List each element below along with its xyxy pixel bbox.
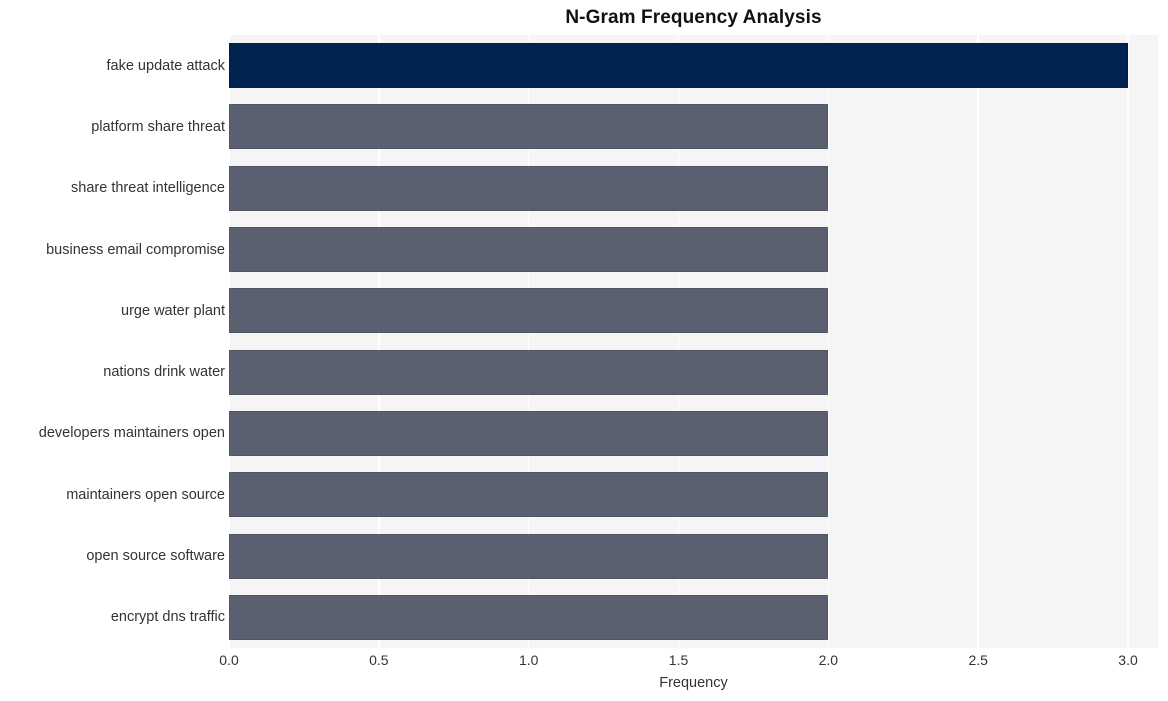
y-tick-label: encrypt dns traffic: [110, 609, 225, 626]
x-tick-label: 1.0: [518, 652, 539, 668]
bar: [229, 165, 829, 211]
y-tick-label: developers maintainers open: [38, 425, 225, 442]
plot-area: [229, 35, 1158, 648]
bar-fill: [229, 165, 829, 211]
x-tick-label: 0.5: [369, 652, 389, 668]
bar: [229, 410, 829, 456]
y-tick-label: platform share threat: [91, 118, 225, 135]
y-tick-label: share threat intelligence: [71, 180, 225, 197]
x-tick-label: 0.0: [219, 652, 239, 668]
bar-fill: [229, 533, 829, 579]
bar: [229, 227, 829, 273]
bar: [229, 43, 1129, 89]
y-tick-label: open source software: [86, 548, 225, 565]
bar-fill: [229, 349, 829, 395]
y-tick-label: business email compromise: [46, 241, 225, 258]
bar: [229, 349, 829, 395]
x-tick-label: 2.5: [968, 652, 988, 668]
bar: [229, 288, 829, 334]
y-tick-label: urge water plant: [121, 302, 225, 319]
y-tick-label: maintainers open source: [66, 486, 225, 503]
bar-fill: [229, 104, 829, 150]
bar-fill: [229, 410, 829, 456]
x-tick-label: 2.0: [818, 652, 839, 668]
x-axis-label: Frequency: [659, 675, 728, 691]
bar-fill: [229, 288, 829, 334]
bar-fill: [229, 472, 829, 518]
bar: [229, 472, 829, 518]
bar-fill: [229, 594, 829, 640]
bar-fill: [229, 43, 1129, 89]
x-axis-tick-labels: 0.0 0.5 1.0 1.5 2.0 2.5 3.0: [219, 650, 1158, 672]
y-tick-label: nations drink water: [103, 364, 225, 381]
chart-title: N-Gram Frequency Analysis: [565, 7, 822, 28]
chart-figure: N-Gram Frequency Analysis fake update at…: [0, 0, 1168, 701]
gridline-x-3.0: [1127, 35, 1129, 648]
x-tick-label: 3.0: [1118, 652, 1138, 668]
bar: [229, 533, 829, 579]
bar-fill: [229, 227, 829, 273]
gridline-x-2.5: [977, 35, 979, 648]
y-tick-label: fake update attack: [106, 57, 226, 74]
x-tick-label: 1.5: [668, 652, 689, 668]
bar: [229, 104, 829, 150]
y-axis-tick-labels: fake update attack platform share threat s…: [0, 35, 225, 648]
bar: [229, 594, 829, 640]
